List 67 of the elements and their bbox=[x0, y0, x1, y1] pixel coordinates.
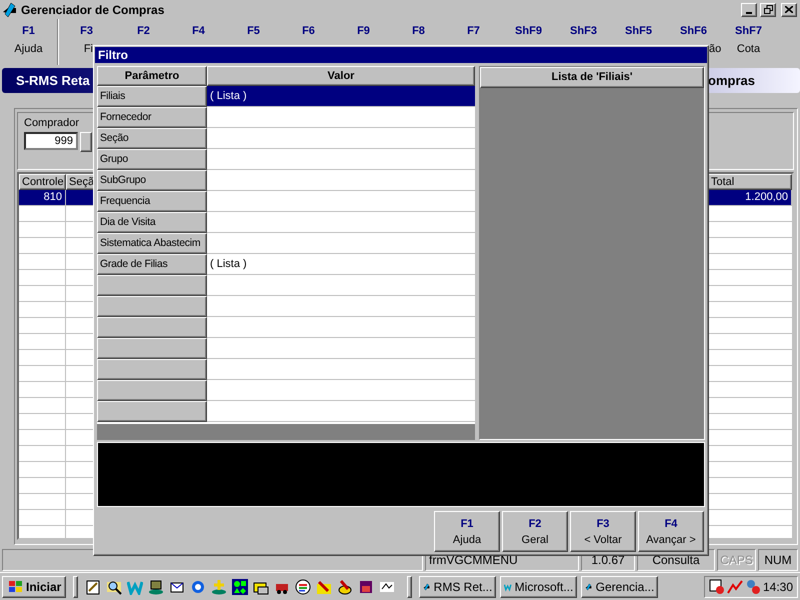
toolbar-handle[interactable] bbox=[73, 576, 78, 598]
dialog-title: Filtro bbox=[95, 47, 707, 63]
taskbar-button[interactable]: RMS Ret... bbox=[419, 576, 496, 598]
toolbar-handle[interactable] bbox=[407, 576, 412, 598]
lookup-button[interactable] bbox=[80, 132, 92, 152]
start-button[interactable]: Iniciar bbox=[2, 576, 66, 598]
minimize-icon bbox=[746, 12, 752, 14]
column-header[interactable]: Parâmetro bbox=[97, 66, 207, 86]
status-panel: NUM bbox=[758, 549, 798, 571]
table-cell: 810 bbox=[19, 190, 66, 206]
column-header[interactable]: Total bbox=[708, 174, 792, 190]
stack-icon bbox=[358, 578, 374, 594]
value-cell[interactable]: ( Lista ) bbox=[207, 86, 475, 107]
brush-icon bbox=[337, 578, 354, 594]
row-header[interactable] bbox=[97, 338, 207, 359]
calendar-icon bbox=[709, 578, 725, 594]
shapes-icon bbox=[232, 578, 248, 594]
row-header[interactable] bbox=[97, 317, 207, 338]
banner-title: ompras bbox=[708, 73, 755, 88]
network-icon bbox=[744, 578, 761, 594]
dialog-button[interactable]: F2 Geral bbox=[502, 511, 568, 552]
parameter-cell[interactable]: Fornecedor bbox=[97, 107, 207, 128]
row-header[interactable] bbox=[97, 380, 207, 401]
row-header[interactable] bbox=[97, 359, 207, 380]
function-key[interactable]: ShF7 Cota bbox=[721, 19, 776, 65]
windows-flag-icon bbox=[7, 580, 23, 594]
parameter-cell[interactable]: Sistematica Abastecim bbox=[97, 233, 207, 254]
restore-icon bbox=[764, 5, 772, 14]
parameter-cell[interactable]: SubGrupo bbox=[97, 170, 207, 191]
function-key[interactable]: F1 Ajuda bbox=[0, 19, 58, 65]
row-header[interactable] bbox=[97, 275, 207, 296]
taskbar-button[interactable]: Gerencia... bbox=[581, 576, 658, 598]
parameter-cell[interactable]: Grupo bbox=[97, 149, 207, 170]
status-panel: CAPS bbox=[717, 549, 756, 571]
dialog-button[interactable]: F4 Avançar > bbox=[638, 511, 704, 552]
parameter-cell[interactable]: Filiais bbox=[97, 86, 207, 107]
row-header[interactable] bbox=[97, 296, 207, 317]
notepad-icon bbox=[85, 578, 102, 594]
parameter-cell[interactable]: Dia de Visita bbox=[97, 212, 207, 233]
close-icon bbox=[785, 6, 793, 13]
list-header: Lista de 'Filiais' bbox=[480, 67, 704, 88]
app-icon bbox=[2, 2, 18, 18]
row-header[interactable] bbox=[97, 401, 207, 422]
banner-title: S-RMS Reta bbox=[16, 73, 90, 88]
minimize-button[interactable] bbox=[741, 2, 757, 16]
magnifier-icon bbox=[106, 578, 122, 594]
disc-icon bbox=[295, 578, 312, 594]
buyer-label: Comprador bbox=[24, 117, 80, 129]
computer-icon bbox=[148, 578, 164, 594]
plus-icon bbox=[211, 578, 228, 594]
column-header[interactable]: Valor bbox=[207, 66, 475, 86]
taskbar-button[interactable]: Microsoft... bbox=[500, 576, 578, 598]
table-cell: 1.200,00 bbox=[708, 190, 792, 206]
column-header[interactable]: Controle bbox=[19, 174, 66, 190]
parameter-cell[interactable]: Grade de Filias bbox=[97, 254, 207, 275]
pencil-icon bbox=[316, 578, 332, 594]
dialog-button[interactable]: F1 Ajuda bbox=[434, 511, 500, 552]
restore-button[interactable] bbox=[760, 2, 776, 16]
parameter-cell[interactable]: Seção bbox=[97, 128, 207, 149]
dialog-button[interactable]: F3 < Voltar bbox=[570, 511, 636, 552]
window-title: Gerenciador de Compras bbox=[21, 2, 166, 16]
parameter-cell[interactable]: Frequencia bbox=[97, 191, 207, 212]
close-button[interactable] bbox=[781, 2, 797, 16]
globe-icon bbox=[190, 578, 206, 594]
buyer-field[interactable]: 999 bbox=[24, 132, 78, 150]
function-key[interactable]: F3 Fi bbox=[61, 19, 93, 65]
clock: 14:30 bbox=[762, 580, 793, 594]
